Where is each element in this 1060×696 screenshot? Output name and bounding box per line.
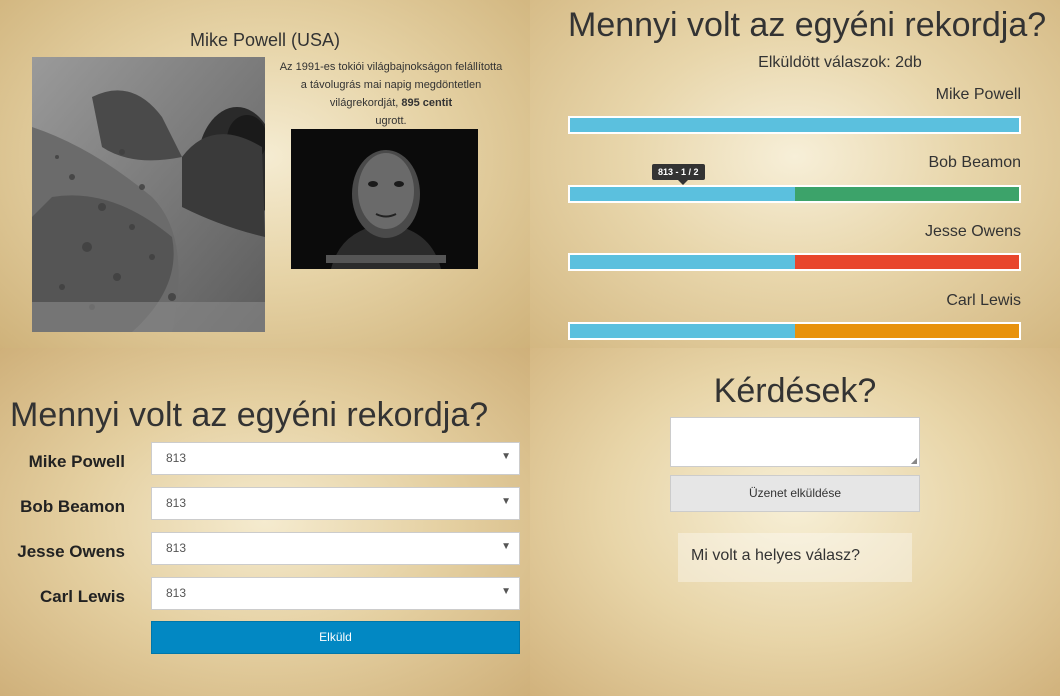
bar-label: Bob Beamon bbox=[928, 154, 1021, 171]
bar-label: Carl Lewis bbox=[946, 292, 1021, 309]
bio-record: 895 centit bbox=[401, 97, 453, 109]
form-title: Mennyi volt az egyéni rekordja? bbox=[10, 396, 489, 434]
chevron-down-icon: ▼ bbox=[501, 451, 511, 462]
athlete-bio: Az 1991-es tokiói világbajnokságon felál… bbox=[277, 58, 505, 130]
bar-segment bbox=[570, 118, 1019, 132]
resize-handle-icon[interactable]: ◢ bbox=[911, 456, 917, 465]
athlete-panel: Mike Powell (USA) Az 1991-es tokiói vilá… bbox=[0, 0, 530, 348]
athlete-name: Mike Powell (USA) bbox=[189, 30, 341, 50]
bar-segment bbox=[794, 187, 1019, 201]
bar-segment bbox=[570, 324, 795, 338]
result-bar[interactable] bbox=[568, 253, 1021, 271]
bio-text-end: ugrott. bbox=[375, 115, 407, 127]
field-label: Jesse Owens bbox=[17, 542, 125, 561]
result-bar[interactable] bbox=[568, 185, 1021, 203]
select-value: 813 bbox=[166, 451, 187, 465]
send-message-button[interactable]: Üzenet elküldése bbox=[670, 475, 920, 512]
submit-button[interactable]: Elküld bbox=[151, 621, 520, 654]
bar-label: Jesse Owens bbox=[924, 223, 1021, 240]
bio-text: Az 1991-es tokiói világbajnokságon felál… bbox=[279, 61, 503, 109]
field-label: Mike Powell bbox=[28, 452, 125, 471]
long-jump-photo bbox=[32, 57, 265, 332]
field-label: Carl Lewis bbox=[39, 587, 125, 606]
select-value: 813 bbox=[166, 586, 187, 600]
questions-title: Kérdések? bbox=[713, 372, 877, 410]
result-bar[interactable] bbox=[568, 116, 1021, 134]
message-textarea[interactable]: ◢ bbox=[670, 417, 920, 467]
bar-segment bbox=[570, 255, 795, 269]
bar-segment bbox=[794, 255, 1019, 269]
bar-segment bbox=[570, 187, 795, 201]
results-panel: Mennyi volt az egyéni rekordja? Elküldöt… bbox=[530, 0, 1060, 348]
record-select[interactable]: 813 ▼ bbox=[151, 532, 520, 565]
select-value: 813 bbox=[166, 496, 187, 510]
results-title: Mennyi volt az egyéni rekordja? bbox=[568, 6, 1047, 44]
chevron-down-icon: ▼ bbox=[501, 496, 511, 507]
bar-label: Mike Powell bbox=[935, 86, 1021, 103]
record-select[interactable]: 813 ▼ bbox=[151, 442, 520, 475]
answers-count: Elküldött válaszok: 2db bbox=[758, 54, 922, 71]
questions-panel: Kérdések? ◢ Üzenet elküldése Mi volt a h… bbox=[530, 348, 1060, 696]
record-select[interactable]: 813 ▼ bbox=[151, 487, 520, 520]
select-value: 813 bbox=[166, 541, 187, 555]
question-item: Mi volt a helyes válasz? bbox=[678, 533, 912, 582]
chevron-down-icon: ▼ bbox=[501, 586, 511, 597]
answer-form: Mennyi volt az egyéni rekordja? Mike Pow… bbox=[0, 348, 530, 696]
bar-tooltip: 813 - 1 / 2 bbox=[652, 164, 705, 185]
record-select[interactable]: 813 ▼ bbox=[151, 577, 520, 610]
bar-segment bbox=[794, 324, 1019, 338]
field-label: Bob Beamon bbox=[20, 497, 125, 516]
result-bar[interactable] bbox=[568, 322, 1021, 340]
chevron-down-icon: ▼ bbox=[501, 541, 511, 552]
portrait-photo bbox=[291, 129, 478, 269]
